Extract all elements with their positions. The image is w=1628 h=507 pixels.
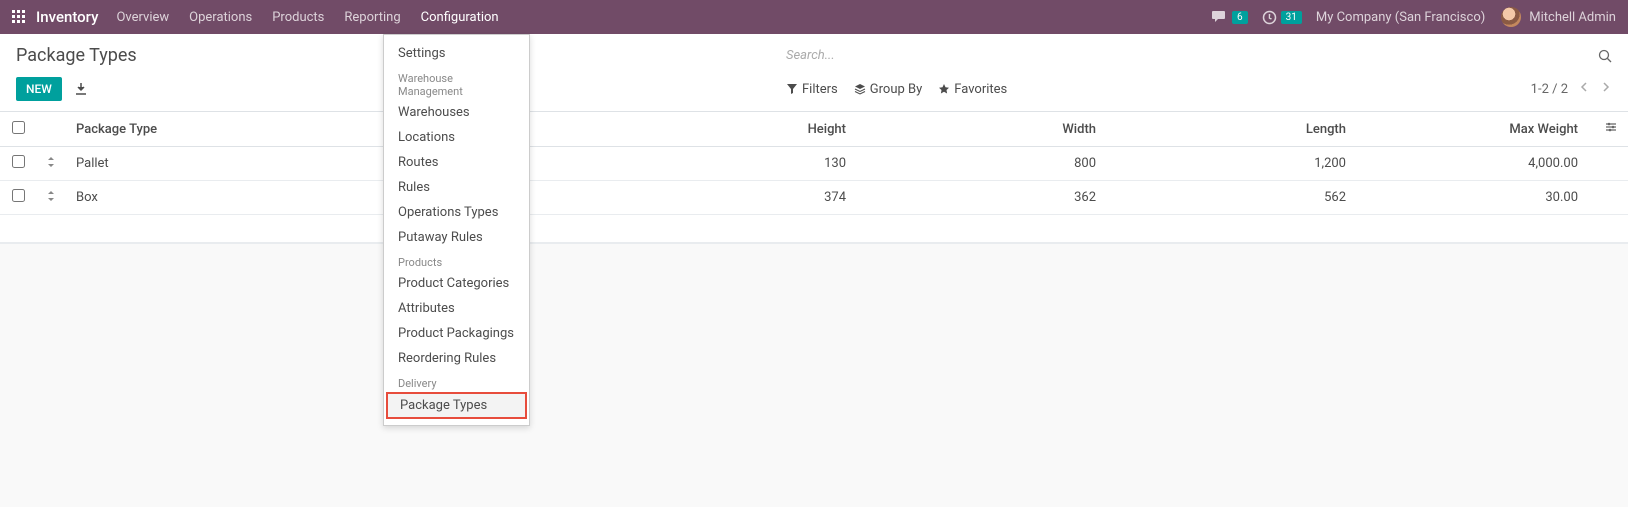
favorites-button[interactable]: Favorites [938,82,1007,97]
menu-routes[interactable]: Routes [384,150,529,175]
cell-width: 362 [856,181,1106,215]
activities-badge: 31 [1281,11,1302,24]
cell-width: 800 [856,147,1106,181]
cell-maxweight: 4,000.00 [1356,147,1588,181]
col-header-maxweight[interactable]: Max Weight [1356,112,1588,147]
menu-operations-types[interactable]: Operations Types [384,200,529,225]
cell-height: 130 [606,147,856,181]
cell-height: 374 [606,181,856,215]
row-checkbox[interactable] [12,189,25,202]
favorites-label: Favorites [954,82,1007,97]
menu-header-products: Products [384,250,529,271]
cell-maxweight: 30.00 [1356,181,1588,215]
menu-putaway-rules[interactable]: Putaway Rules [384,225,529,250]
col-header-length[interactable]: Length [1106,112,1356,147]
user-name: Mitchell Admin [1529,10,1616,25]
avatar [1501,7,1521,27]
drag-handle-icon[interactable] [36,181,66,215]
layers-icon [854,83,866,95]
messages-badge: 6 [1232,11,1248,24]
groupby-button[interactable]: Group By [854,82,923,97]
main-navbar: Inventory Overview Operations Products R… [0,0,1628,34]
search-input[interactable] [786,44,1590,67]
app-name[interactable]: Inventory [36,8,98,26]
download-icon[interactable] [74,82,88,96]
nav-reporting[interactable]: Reporting [344,10,400,25]
table-row[interactable]: Pallet 130 800 1,200 4,000.00 [0,147,1628,181]
search-container [786,44,1612,67]
row-checkbox[interactable] [12,155,25,168]
user-menu[interactable]: Mitchell Admin [1501,7,1616,27]
menu-product-packagings[interactable]: Product Packagings [384,321,529,346]
menu-attributes[interactable]: Attributes [384,296,529,321]
star-icon [938,83,950,95]
configuration-dropdown: Settings Warehouse Management Warehouses… [383,34,530,426]
pager-text[interactable]: 1-2 / 2 [1531,82,1568,97]
nav-operations[interactable]: Operations [189,10,252,25]
table-footer-row [0,215,1628,243]
menu-package-types[interactable]: Package Types [386,392,527,419]
messages-button[interactable]: 6 [1212,10,1248,24]
new-button[interactable]: NEW [16,77,62,101]
chat-icon [1212,10,1228,24]
groupby-label: Group By [870,82,923,97]
col-header-height[interactable]: Height [606,112,856,147]
columns-config-icon[interactable] [1604,120,1618,134]
nav-overview[interactable]: Overview [116,10,169,25]
activities-button[interactable]: 31 [1262,10,1302,25]
col-header-width[interactable]: Width [856,112,1106,147]
menu-header-warehouse: Warehouse Management [384,66,529,100]
table-row[interactable]: Box 374 362 562 30.00 [0,181,1628,215]
package-types-table: Package Type Height Width Length Max Wei… [0,112,1628,243]
clock-icon [1262,10,1277,25]
search-icon[interactable] [1598,49,1612,63]
company-switcher[interactable]: My Company (San Francisco) [1316,10,1485,25]
drag-handle-icon[interactable] [36,147,66,181]
menu-rules[interactable]: Rules [384,175,529,200]
pager-prev-icon[interactable] [1578,81,1590,97]
nav-products[interactable]: Products [272,10,324,25]
nav-configuration[interactable]: Configuration [421,10,499,25]
menu-locations[interactable]: Locations [384,125,529,150]
cell-length: 1,200 [1106,147,1356,181]
menu-reordering-rules[interactable]: Reordering Rules [384,346,529,371]
menu-header-delivery: Delivery [384,371,529,392]
menu-product-categories[interactable]: Product Categories [384,271,529,296]
select-all-checkbox[interactable] [12,121,25,134]
apps-icon[interactable] [12,10,26,24]
filters-label: Filters [802,82,838,97]
menu-warehouses[interactable]: Warehouses [384,100,529,125]
menu-settings[interactable]: Settings [384,41,529,66]
table-header-row: Package Type Height Width Length Max Wei… [0,112,1628,147]
control-panel: Package Types NEW Filters [0,34,1628,112]
cell-length: 562 [1106,181,1356,215]
funnel-icon [786,83,798,95]
pager-next-icon[interactable] [1600,81,1612,97]
empty-area [0,243,1628,493]
filters-button[interactable]: Filters [786,82,838,97]
